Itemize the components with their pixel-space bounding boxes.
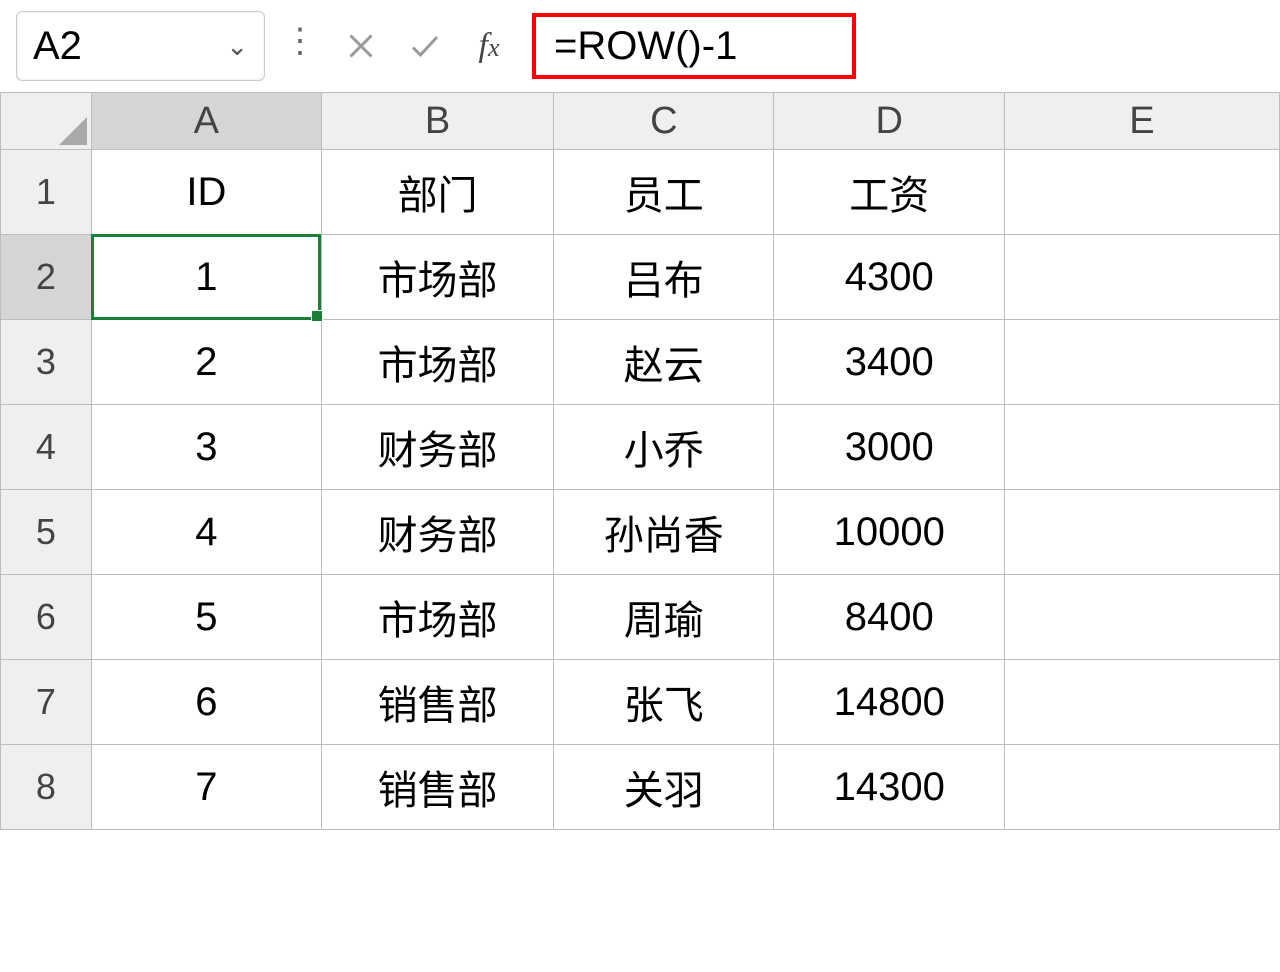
cell-D3[interactable]: 3400 — [774, 320, 1005, 405]
cell-C8[interactable]: 关羽 — [554, 745, 774, 830]
cell-E6[interactable] — [1004, 575, 1279, 660]
row-header-3[interactable]: 3 — [1, 320, 92, 405]
chevron-down-icon[interactable]: ⌄ — [226, 31, 248, 62]
formula-bar-controls: fx — [336, 12, 514, 80]
cell-A1[interactable]: ID — [91, 150, 321, 235]
cell-C5[interactable]: 孙尚香 — [554, 490, 774, 575]
cell-D1[interactable]: 工资 — [774, 150, 1005, 235]
cancel-icon[interactable] — [336, 21, 386, 71]
row-header-1[interactable]: 1 — [1, 150, 92, 235]
column-header-B[interactable]: B — [321, 93, 553, 150]
cell-B1[interactable]: 部门 — [321, 150, 553, 235]
table-row: 7 6 销售部 张飞 14800 — [1, 660, 1280, 745]
grid-table: A B C D E 1 ID 部门 员工 工资 2 1 市场部 吕布 4300 … — [0, 92, 1280, 830]
cell-D7[interactable]: 14800 — [774, 660, 1005, 745]
enter-icon[interactable] — [400, 21, 450, 71]
cell-C2[interactable]: 吕布 — [554, 235, 774, 320]
name-box[interactable]: A2 ⌄ — [16, 11, 265, 81]
cell-B5[interactable]: 财务部 — [321, 490, 553, 575]
column-header-A[interactable]: A — [91, 93, 321, 150]
cell-B6[interactable]: 市场部 — [321, 575, 553, 660]
cell-B7[interactable]: 销售部 — [321, 660, 553, 745]
cell-A7[interactable]: 6 — [91, 660, 321, 745]
cell-B3[interactable]: 市场部 — [321, 320, 553, 405]
select-all-corner[interactable] — [1, 93, 92, 150]
formula-text: =ROW()-1 — [554, 24, 737, 69]
cell-E2[interactable] — [1004, 235, 1279, 320]
column-header-C[interactable]: C — [554, 93, 774, 150]
cell-reference: A2 — [33, 24, 82, 69]
row-header-4[interactable]: 4 — [1, 405, 92, 490]
cell-E3[interactable] — [1004, 320, 1279, 405]
cell-C1[interactable]: 员工 — [554, 150, 774, 235]
insert-function-button[interactable]: fx — [464, 21, 514, 71]
table-row: 8 7 销售部 关羽 14300 — [1, 745, 1280, 830]
row-header-7[interactable]: 7 — [1, 660, 92, 745]
table-row: 6 5 市场部 周瑜 8400 — [1, 575, 1280, 660]
column-header-E[interactable]: E — [1004, 93, 1279, 150]
cell-D4[interactable]: 3000 — [774, 405, 1005, 490]
row-header-8[interactable]: 8 — [1, 745, 92, 830]
cell-D5[interactable]: 10000 — [774, 490, 1005, 575]
cell-A2[interactable]: 1 — [91, 235, 321, 320]
table-row: 3 2 市场部 赵云 3400 — [1, 320, 1280, 405]
table-row: 5 4 财务部 孙尚香 10000 — [1, 490, 1280, 575]
cell-C7[interactable]: 张飞 — [554, 660, 774, 745]
cell-B8[interactable]: 销售部 — [321, 745, 553, 830]
cell-E5[interactable] — [1004, 490, 1279, 575]
spreadsheet-grid: A B C D E 1 ID 部门 员工 工资 2 1 市场部 吕布 4300 … — [0, 92, 1280, 830]
row-header-5[interactable]: 5 — [1, 490, 92, 575]
table-row: 2 1 市场部 吕布 4300 — [1, 235, 1280, 320]
cell-E4[interactable] — [1004, 405, 1279, 490]
cell-D8[interactable]: 14300 — [774, 745, 1005, 830]
cell-A5[interactable]: 4 — [91, 490, 321, 575]
table-row: 4 3 财务部 小乔 3000 — [1, 405, 1280, 490]
divider-icon: ⋮ — [283, 24, 318, 68]
cell-B4[interactable]: 财务部 — [321, 405, 553, 490]
table-row: 1 ID 部门 员工 工资 — [1, 150, 1280, 235]
cell-B2[interactable]: 市场部 — [321, 235, 553, 320]
column-header-row: A B C D E — [1, 93, 1280, 150]
cell-E8[interactable] — [1004, 745, 1279, 830]
formula-input[interactable]: =ROW()-1 — [532, 13, 856, 79]
cell-A3[interactable]: 2 — [91, 320, 321, 405]
cell-A6[interactable]: 5 — [91, 575, 321, 660]
cell-E1[interactable] — [1004, 150, 1279, 235]
cell-A4[interactable]: 3 — [91, 405, 321, 490]
cell-D2[interactable]: 4300 — [774, 235, 1005, 320]
cell-D6[interactable]: 8400 — [774, 575, 1005, 660]
row-header-6[interactable]: 6 — [1, 575, 92, 660]
cell-A8[interactable]: 7 — [91, 745, 321, 830]
column-header-D[interactable]: D — [774, 93, 1005, 150]
cell-C4[interactable]: 小乔 — [554, 405, 774, 490]
row-header-2[interactable]: 2 — [1, 235, 92, 320]
formula-bar: A2 ⌄ ⋮ fx =ROW()-1 — [0, 0, 1280, 92]
fx-icon: fx — [479, 27, 500, 65]
cell-C3[interactable]: 赵云 — [554, 320, 774, 405]
cell-C6[interactable]: 周瑜 — [554, 575, 774, 660]
cell-E7[interactable] — [1004, 660, 1279, 745]
